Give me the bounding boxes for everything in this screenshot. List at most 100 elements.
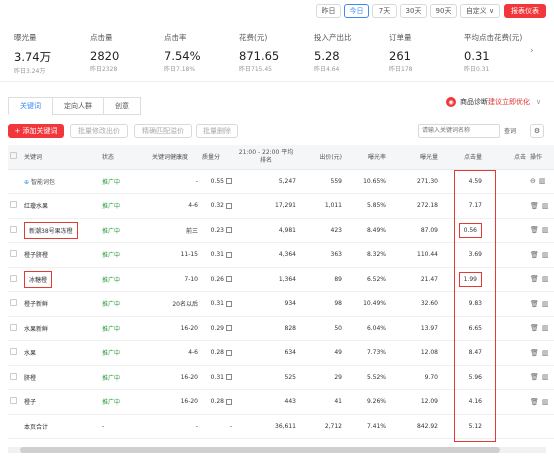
metric-avg-click-cost[interactable]: 平均点击花费(元) 0.31 昨日0.31 bbox=[464, 32, 522, 73]
table-row[interactable]: 脐橙 推广中 16-20 0.31 525 29 5.52% 9.70 5.96… bbox=[8, 365, 554, 390]
batch-bid-button[interactable]: 批量修改出价 bbox=[70, 124, 128, 138]
metric-name: 点击量 bbox=[90, 33, 113, 42]
trash-icon[interactable]: 🗑 bbox=[530, 251, 539, 259]
chart-icon[interactable]: ▥ bbox=[542, 373, 549, 381]
chart-icon[interactable]: ▥ bbox=[539, 177, 546, 185]
metric-ctr[interactable]: 点击率 7.54% 昨日7.18% bbox=[164, 32, 201, 73]
table-row[interactable]: 红瓊水果 推广中 4-6 0.32 17,291 1,011 5.85% 272… bbox=[8, 193, 554, 219]
select-all-checkbox[interactable] bbox=[10, 152, 17, 160]
row-checkbox[interactable] bbox=[10, 225, 17, 233]
col-rate[interactable]: 曝光率 bbox=[344, 145, 388, 170]
metric-prev: 昨日7.18% bbox=[164, 66, 196, 73]
date-btn-today[interactable]: 今日 bbox=[344, 4, 369, 18]
table-row[interactable]: 水果新鲜 推广中 16-20 0.29 828 50 6.04% 13.97 6… bbox=[8, 316, 554, 341]
col-clicks[interactable]: 点击量 bbox=[440, 145, 484, 170]
chart-icon[interactable]: ▥ bbox=[542, 349, 549, 357]
row-checkbox[interactable] bbox=[10, 299, 17, 307]
chart-icon[interactable]: ▥ bbox=[542, 300, 549, 308]
optimize-link[interactable]: 建议立即优化 bbox=[488, 97, 530, 107]
report-button[interactable]: 报表仪表 bbox=[504, 4, 546, 18]
table-row[interactable]: 新潮38号果冻橙 推广中 前三 0.23 4,981 423 8.49% 87.… bbox=[8, 218, 554, 243]
horizontal-scrollbar[interactable] bbox=[8, 447, 546, 453]
metric-cost[interactable]: 花费(元) 871.65 昨日715.45 bbox=[239, 32, 279, 73]
edit-icon[interactable] bbox=[226, 202, 232, 209]
col-quality[interactable]: 质量分 bbox=[200, 145, 234, 170]
metric-prev: 昨日2328 bbox=[90, 66, 118, 73]
trash-icon[interactable]: 🗑 bbox=[530, 373, 539, 381]
trash-icon[interactable]: 🗑 bbox=[530, 275, 539, 283]
edit-icon[interactable] bbox=[226, 300, 232, 307]
tab-keywords[interactable]: 关键词 bbox=[8, 97, 52, 115]
tab-audience[interactable]: 定向人群 bbox=[52, 97, 103, 115]
chart-icon[interactable]: ▥ bbox=[542, 324, 549, 332]
scrollbar-thumb[interactable] bbox=[20, 447, 500, 453]
rate-text: 7.73% bbox=[344, 340, 388, 366]
metric-clicks[interactable]: 点击量 2820 昨日2328 bbox=[90, 32, 119, 73]
col-exposure[interactable]: 曝光量 bbox=[388, 145, 440, 170]
metric-exposure[interactable]: 曝光量 3.74万 昨日3.24万 bbox=[14, 32, 51, 75]
row-checkbox[interactable] bbox=[10, 397, 17, 405]
gear-icon[interactable]: ⚙ bbox=[530, 124, 544, 138]
metric-orders[interactable]: 订单量 261 昨日178 bbox=[389, 32, 412, 73]
row-checkbox[interactable] bbox=[10, 250, 17, 258]
exposure-text: 13.97 bbox=[388, 316, 440, 341]
search-button[interactable]: 查词 bbox=[504, 126, 516, 135]
date-btn-7d[interactable]: 7天 bbox=[372, 4, 397, 18]
bid-text: 559 bbox=[298, 169, 344, 194]
trash-icon[interactable]: 🗑 bbox=[530, 300, 539, 308]
edit-icon[interactable] bbox=[226, 374, 232, 381]
chart-icon[interactable]: ▥ bbox=[542, 275, 549, 283]
date-btn-yesterday[interactable]: 昨日 bbox=[316, 4, 341, 18]
row-checkbox[interactable] bbox=[10, 372, 17, 380]
edit-icon[interactable] bbox=[226, 325, 232, 332]
pause-icon[interactable]: ⊖ bbox=[530, 177, 536, 185]
row-checkbox[interactable] bbox=[10, 348, 17, 356]
trash-icon[interactable]: 🗑 bbox=[530, 349, 539, 357]
col-status[interactable]: 状态 bbox=[100, 145, 150, 170]
table-row[interactable]: 冰糖橙 推广中 7-10 0.26 1,364 89 6.52% 21.47 1… bbox=[8, 267, 554, 292]
keyword-text: 脐橙 bbox=[22, 365, 100, 390]
rate-text: 10.65% bbox=[344, 169, 388, 194]
chart-icon[interactable]: ▥ bbox=[542, 226, 549, 234]
table-row[interactable]: ⊕ 智能词包 推广中 - 0.55 5,247 559 10.65% 271.3… bbox=[8, 169, 554, 194]
bid-text: 89 bbox=[298, 267, 344, 292]
table-row[interactable]: 橙子新鲜 推广中 20名以后 0.31 934 98 10.49% 32.60 … bbox=[8, 291, 554, 317]
table-row[interactable]: 橙子 推广中 16-20 0.28 443 41 9.26% 12.09 4.1… bbox=[8, 389, 554, 415]
metric-roi[interactable]: 投入产出比 5.28 昨日4.64 bbox=[314, 32, 352, 73]
chevron-down-icon[interactable]: ∨ bbox=[536, 98, 541, 106]
add-keyword-button[interactable]: + 添加关键词 bbox=[8, 124, 64, 138]
row-checkbox[interactable] bbox=[10, 323, 17, 331]
date-btn-90d[interactable]: 90天 bbox=[430, 4, 457, 18]
date-btn-30d[interactable]: 30天 bbox=[400, 4, 427, 18]
table-row[interactable]: 水果 推广中 4-6 0.28 634 49 7.73% 12.08 8.47 … bbox=[8, 340, 554, 366]
precise-match-bid-button[interactable]: 精确匹配溢价 bbox=[134, 124, 192, 138]
custom-date-dropdown[interactable]: 自定义 ∨ bbox=[460, 4, 500, 18]
trash-icon[interactable]: 🗑 bbox=[530, 324, 539, 332]
health-text: - bbox=[150, 414, 200, 439]
col-bid[interactable]: 出价(元) bbox=[298, 145, 344, 170]
chart-icon[interactable]: ▥ bbox=[542, 202, 549, 210]
edit-icon[interactable] bbox=[226, 251, 232, 258]
edit-icon[interactable] bbox=[226, 398, 232, 405]
edit-icon[interactable] bbox=[226, 349, 232, 356]
trash-icon[interactable]: 🗑 bbox=[530, 398, 539, 406]
tab-bar: 关键词 定向人群 创意 bbox=[8, 97, 141, 115]
edit-icon[interactable] bbox=[226, 178, 232, 185]
row-checkbox[interactable] bbox=[10, 274, 17, 282]
col-click-partial[interactable]: 点击 bbox=[484, 145, 528, 170]
tab-creative[interactable]: 创意 bbox=[103, 97, 141, 115]
bid-text: 41 bbox=[298, 389, 344, 415]
edit-icon[interactable] bbox=[226, 227, 232, 234]
batch-delete-button[interactable]: 批量删除 bbox=[196, 124, 238, 138]
keyword-search-input[interactable] bbox=[418, 124, 500, 138]
edit-icon[interactable] bbox=[226, 276, 232, 283]
chevron-right-icon[interactable]: › bbox=[530, 46, 534, 56]
trash-icon[interactable]: 🗑 bbox=[530, 202, 539, 210]
chart-icon[interactable]: ▥ bbox=[542, 251, 549, 259]
table-row[interactable]: 橙子脐橙 推广中 11-15 0.31 4,364 363 8.32% 110.… bbox=[8, 242, 554, 268]
trash-icon[interactable]: 🗑 bbox=[530, 226, 539, 234]
row-checkbox[interactable] bbox=[10, 201, 17, 209]
chart-icon[interactable]: ▥ bbox=[542, 398, 549, 406]
status-text: 推广中 bbox=[100, 389, 150, 415]
status-text: 推广中 bbox=[100, 218, 150, 243]
